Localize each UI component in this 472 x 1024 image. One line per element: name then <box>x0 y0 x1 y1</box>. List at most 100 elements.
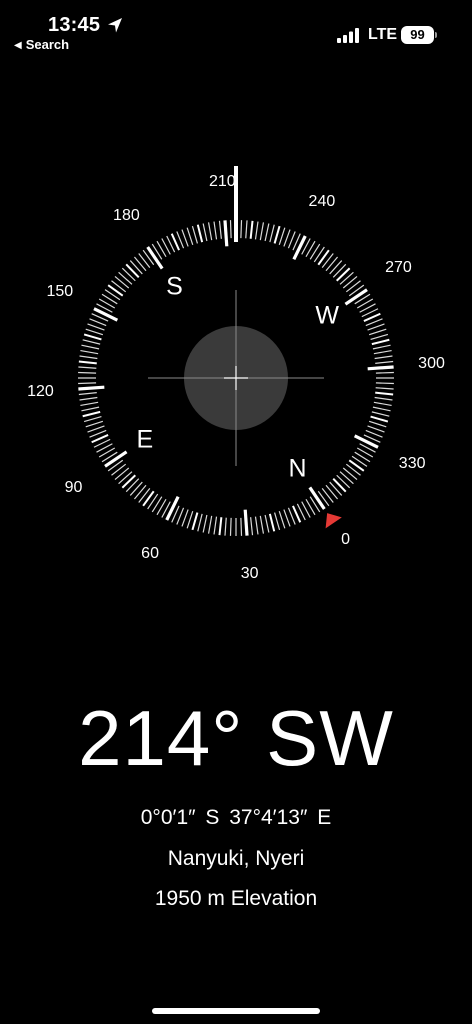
minor-tick <box>283 509 291 527</box>
minor-tick <box>375 371 394 374</box>
minor-tick <box>269 224 275 243</box>
back-triangle-icon: ◀ <box>14 40 22 51</box>
minor-tick <box>229 220 232 239</box>
bezel-degree-label: 120 <box>27 382 54 400</box>
back-label: Search <box>25 37 70 52</box>
minor-tick <box>85 328 104 336</box>
bezel-degree-label: 90 <box>64 478 83 496</box>
minor-tick <box>329 260 343 275</box>
minor-tick <box>207 222 213 241</box>
minor-tick <box>345 280 361 293</box>
minor-tick <box>118 471 133 485</box>
minor-tick <box>342 275 358 289</box>
minor-tick <box>278 227 286 246</box>
minor-tick <box>336 267 351 282</box>
minor-tick <box>191 512 199 531</box>
minor-tick <box>129 260 143 275</box>
minor-tick <box>129 481 143 496</box>
bezel-degree-label: 240 <box>308 192 336 210</box>
minor-tick <box>371 411 390 417</box>
minor-tick <box>342 467 358 481</box>
minor-tick <box>368 328 387 336</box>
minor-tick <box>87 323 105 331</box>
minor-tick <box>373 401 392 407</box>
bezel-degree-label: 150 <box>46 283 74 301</box>
minor-tick <box>79 396 98 401</box>
minor-tick <box>287 231 296 249</box>
minor-tick <box>240 220 243 239</box>
minor-tick <box>83 416 102 423</box>
minor-tick <box>332 478 347 493</box>
minor-tick <box>125 263 140 278</box>
minor-tick <box>268 513 276 532</box>
minor-tick <box>264 514 270 533</box>
coordinates-text[interactable]: 0°0′1″ S 37°4′13″ E <box>0 806 472 830</box>
minor-tick <box>325 484 339 500</box>
minor-tick <box>186 227 194 246</box>
cardinal-w-label: W <box>315 301 339 330</box>
minor-tick <box>121 474 136 489</box>
major-tick <box>93 307 119 322</box>
cardinal-n-label: N <box>288 454 307 483</box>
minor-tick <box>114 275 130 289</box>
minor-tick <box>191 225 198 244</box>
minor-tick <box>373 349 392 355</box>
minor-tick <box>78 366 97 369</box>
minor-tick <box>82 339 101 345</box>
minor-tick <box>321 487 334 503</box>
minor-tick <box>375 382 394 385</box>
minor-tick <box>186 510 194 529</box>
minor-tick <box>329 481 343 496</box>
network-type: LTE <box>368 26 398 43</box>
minor-tick <box>133 484 147 500</box>
minor-tick <box>240 517 243 536</box>
minor-tick <box>78 392 97 396</box>
major-tick <box>146 246 164 270</box>
home-indicator[interactable] <box>152 1008 320 1014</box>
minor-tick <box>249 220 254 239</box>
minor-tick <box>218 220 222 239</box>
minor-tick <box>202 223 208 242</box>
minor-tick <box>80 401 99 407</box>
major-tick <box>78 385 105 391</box>
place-name: Nanyuki, Nyeri <box>167 847 305 870</box>
major-tick <box>353 434 379 449</box>
minor-tick <box>264 223 270 242</box>
cardinal-s-label: S <box>166 272 183 301</box>
major-tick <box>243 509 249 536</box>
minor-tick <box>85 420 104 428</box>
bezel-degree-label: 0 <box>341 531 351 549</box>
major-tick <box>308 486 326 510</box>
minor-tick <box>332 263 347 278</box>
minor-tick <box>250 517 254 536</box>
major-tick <box>367 365 394 371</box>
minor-tick <box>111 463 127 476</box>
minor-tick <box>218 517 223 536</box>
minor-tick <box>213 516 218 535</box>
location-arrow-icon <box>108 18 122 33</box>
minor-tick <box>374 355 393 360</box>
minor-tick <box>176 507 185 525</box>
back-to-search-link[interactable]: ◀ Search <box>14 37 69 52</box>
minor-tick <box>207 515 213 534</box>
bezel-degree-label: 300 <box>418 355 445 373</box>
minor-tick <box>348 459 365 472</box>
minor-tick <box>370 333 389 340</box>
minor-tick <box>259 222 265 241</box>
minor-tick <box>375 360 394 364</box>
minor-tick <box>121 267 136 282</box>
bezel-degree-label: 210 <box>208 173 236 191</box>
minor-tick <box>274 512 281 531</box>
minor-tick <box>273 225 281 244</box>
minor-tick <box>142 490 155 507</box>
minor-tick <box>87 425 105 433</box>
minor-tick <box>278 510 286 529</box>
minor-tick <box>181 229 189 247</box>
minor-tick <box>138 253 151 269</box>
battery-cap <box>435 32 437 38</box>
minor-tick <box>213 221 218 240</box>
minor-tick <box>83 333 102 341</box>
status-time: 13:45 <box>48 14 101 36</box>
major-tick <box>223 220 229 247</box>
compass-dial[interactable] <box>0 150 472 590</box>
